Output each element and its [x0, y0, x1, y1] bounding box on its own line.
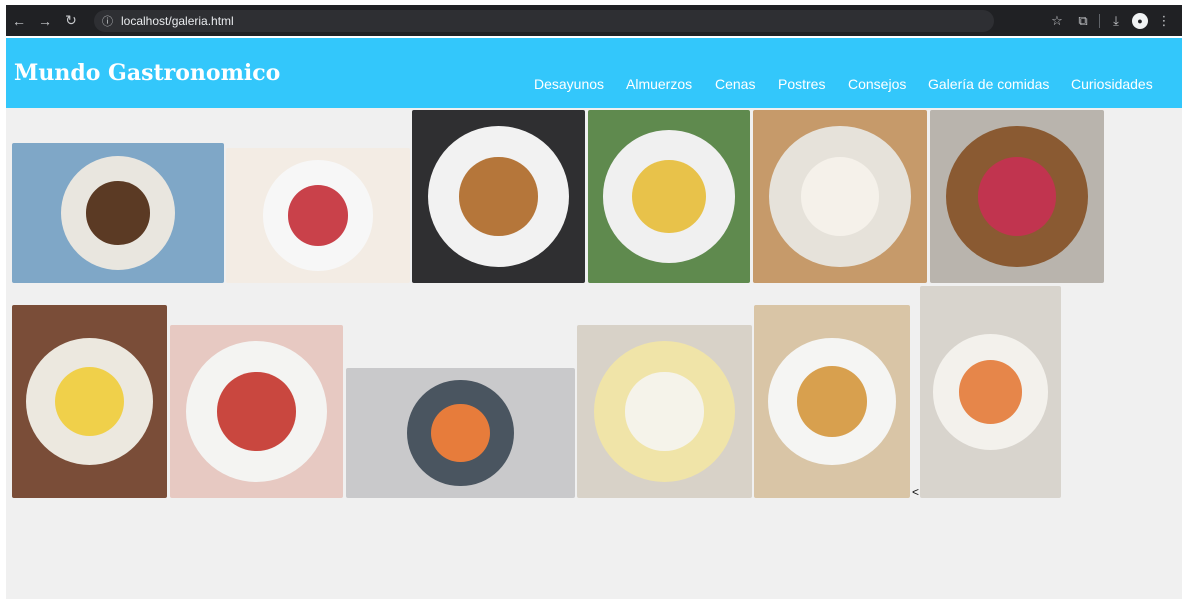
food-shape: [632, 159, 706, 234]
food-shape: [958, 360, 1023, 424]
gallery-photo[interactable]: [577, 325, 752, 498]
nav-postres[interactable]: Postres: [778, 76, 825, 92]
nav-curiosidades[interactable]: Curiosidades: [1071, 76, 1153, 92]
main-nav: Desayunos Almuerzos Cenas Postres Consej…: [6, 76, 1182, 96]
extensions-icon[interactable]: ⧉: [1073, 11, 1093, 31]
url-text: localhost/galeria.html: [121, 13, 234, 28]
food-shape: [217, 372, 296, 451]
gallery-photo[interactable]: [930, 110, 1104, 283]
profile-avatar[interactable]: ●: [1132, 12, 1148, 29]
back-button[interactable]: ←: [6, 8, 32, 34]
arrow-right-icon: →: [38, 12, 52, 29]
food-shape: [796, 366, 868, 437]
info-icon[interactable]: ⓘ: [102, 13, 113, 29]
arrow-left-icon: ←: [12, 12, 26, 29]
gallery-photo[interactable]: [12, 143, 224, 283]
food-shape: [431, 403, 490, 463]
stray-text: <: [912, 485, 920, 499]
gallery-photo[interactable]: [588, 110, 750, 283]
reload-icon: ↻: [65, 12, 77, 28]
nav-almuerzos[interactable]: Almuerzos: [626, 76, 692, 92]
menu-dots-icon[interactable]: ⋮: [1154, 11, 1174, 31]
nav-consejos[interactable]: Consejos: [848, 76, 906, 92]
gallery-photo[interactable]: [753, 110, 927, 283]
nav-galeria[interactable]: Galería de comidas: [928, 76, 1049, 92]
web-page: Mundo Gastronomico Desayunos Almuerzos C…: [6, 38, 1182, 599]
food-shape: [625, 372, 704, 451]
browser-toolbar: ← → ↻ ⓘ localhost/galeria.html ☆ ⧉ ⤓ ● ⋮: [6, 5, 1182, 36]
food-shape: [800, 157, 879, 236]
forward-button[interactable]: →: [32, 8, 58, 34]
site-header: Mundo Gastronomico Desayunos Almuerzos C…: [6, 38, 1182, 108]
gallery-photo[interactable]: [12, 305, 167, 498]
gallery-photo[interactable]: [170, 325, 343, 498]
food-shape: [459, 157, 538, 236]
toolbar-divider: [1099, 13, 1100, 28]
gallery-photo[interactable]: [412, 110, 585, 283]
reload-button[interactable]: ↻: [58, 8, 84, 34]
nav-desayunos[interactable]: Desayunos: [534, 76, 604, 92]
gallery-photo[interactable]: [226, 148, 410, 283]
download-icon[interactable]: ⤓: [1106, 11, 1126, 31]
food-shape: [86, 181, 150, 245]
bookmark-star-icon[interactable]: ☆: [1047, 11, 1067, 31]
gallery-photo[interactable]: [346, 368, 575, 498]
food-shape: [287, 185, 349, 246]
food-shape: [977, 157, 1056, 236]
nav-cenas[interactable]: Cenas: [715, 76, 755, 92]
address-bar[interactable]: ⓘ localhost/galeria.html: [94, 9, 994, 32]
gallery-photo[interactable]: [754, 305, 910, 498]
gallery-photo[interactable]: [920, 286, 1061, 498]
